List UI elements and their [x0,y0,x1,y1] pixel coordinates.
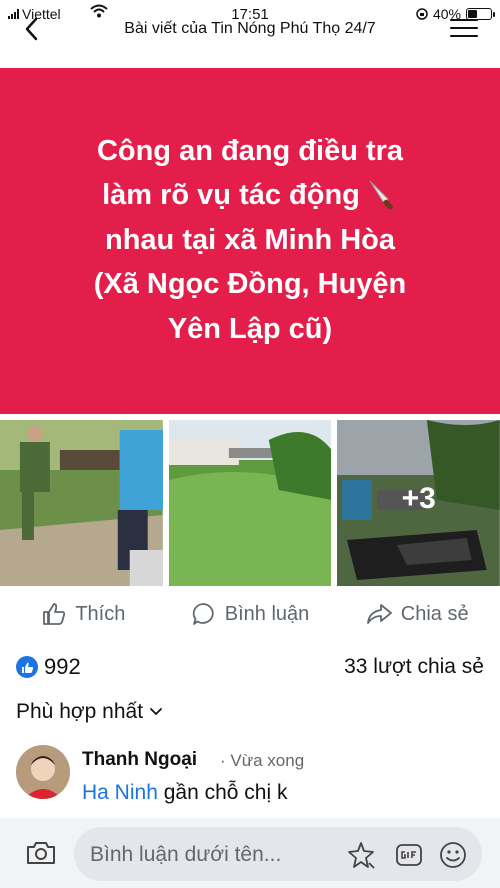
sticker-icon[interactable] [346,840,376,870]
menu-icon[interactable] [450,16,478,40]
comment-button[interactable]: Bình luận [167,592,334,636]
reaction-number: 992 [44,654,81,679]
avatar[interactable] [16,745,70,799]
share-icon [366,604,392,624]
comment-mention[interactable]: Ha Ninh [82,781,158,804]
post-stats: 992 33 lượt chia sẻ [0,652,500,682]
headline-line: (Xã Ngọc Đồng, Huyện [93,268,407,301]
gif-icon[interactable] [394,840,424,870]
photo-3[interactable]: +3 [337,420,500,586]
post-headline: Công an đang điều tra làm rõ vụ tác động… [30,129,470,352]
headline-line-with-icon: làm rõ vụ tác động [30,173,470,218]
comment-label: Bình luận [224,602,310,625]
comment-author[interactable]: Thanh Ngoại [82,749,197,771]
knife-icon [369,180,393,210]
like-label: Thích [75,602,126,625]
post-page: Viettel 17:51 40% Bài viết của Tin Nóng … [0,0,500,888]
like-reaction-icon [16,656,38,678]
photo-2[interactable] [168,420,332,586]
sort-label: Phù hợp nhất [16,700,144,723]
post-actions: Thích Bình luận Chia sẻ [0,592,500,636]
page-title: Bài viết của Tin Nóng Phú Thọ 24/7 [124,20,376,37]
comment-item: Thanh Ngoại · Vừa xong Ha Ninh gần chỗ c… [16,745,484,807]
headline-line: Công an đang điều tra [96,134,404,167]
share-button[interactable]: Chia sẻ [333,592,500,636]
comment-composer: Bình luận dưới tên... [0,818,500,888]
comment-text: Ha Ninh gần chỗ chị k [82,781,287,805]
more-photos-overlay[interactable]: +3 [337,420,500,586]
headline-line: Yên Lập cũ) [167,312,333,345]
photo-grid: +3 [0,420,500,586]
post-banner[interactable]: Công an đang điều tra làm rõ vụ tác động… [0,68,500,414]
headline-line: làm rõ vụ tác động [102,179,360,212]
header: Bài viết của Tin Nóng Phú Thọ 24/7 [0,12,500,44]
more-photos-count: +3 [401,482,436,515]
thumbs-up-icon [43,603,66,625]
comment-icon [192,603,214,625]
comment-placeholder: Bình luận dưới tên... [90,843,282,866]
emoji-icon[interactable] [438,840,468,870]
reaction-count[interactable]: 992 [16,654,81,680]
like-button[interactable]: Thích [0,592,167,636]
headline-line: nhau tại xã Minh Hòa [104,223,396,256]
share-count[interactable]: 33 lượt chia sẻ [344,655,484,679]
comment-time: · Vừa xong [220,751,305,770]
chevron-down-icon [150,708,162,716]
comment-input[interactable]: Bình luận dưới tên... [74,827,482,881]
share-label: Chia sẻ [400,602,469,625]
camera-icon[interactable] [25,840,57,866]
comment-body-text: gần chỗ chị k [157,781,288,804]
comment-sort[interactable]: Phù hợp nhất [16,700,163,724]
photo-1[interactable] [0,420,163,586]
